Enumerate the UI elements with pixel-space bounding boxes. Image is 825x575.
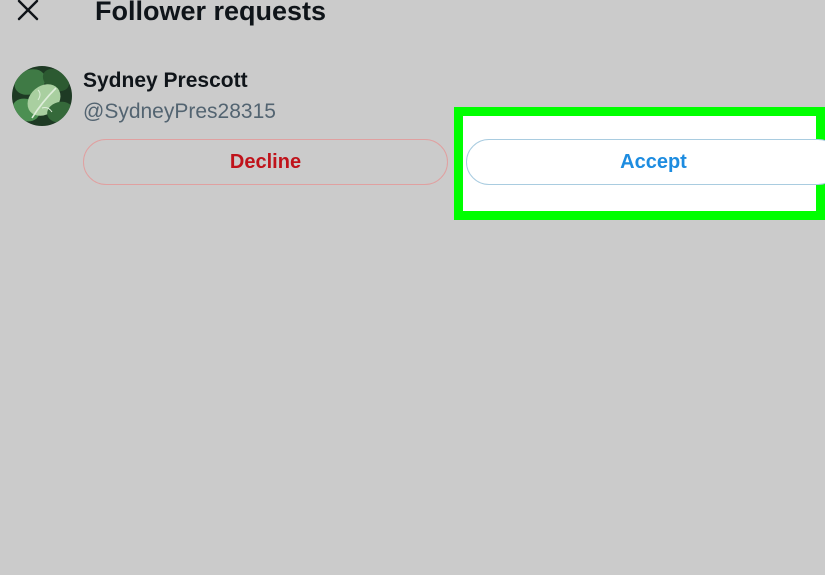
close-icon[interactable] (12, 0, 44, 26)
accept-button[interactable]: Accept (466, 139, 825, 185)
username[interactable]: @SydneyPres28315 (83, 99, 276, 125)
page-title: Follower requests (95, 0, 327, 26)
decline-button[interactable]: Decline (83, 139, 448, 185)
display-name[interactable]: Sydney Prescott (83, 68, 248, 94)
avatar[interactable] (12, 66, 72, 126)
